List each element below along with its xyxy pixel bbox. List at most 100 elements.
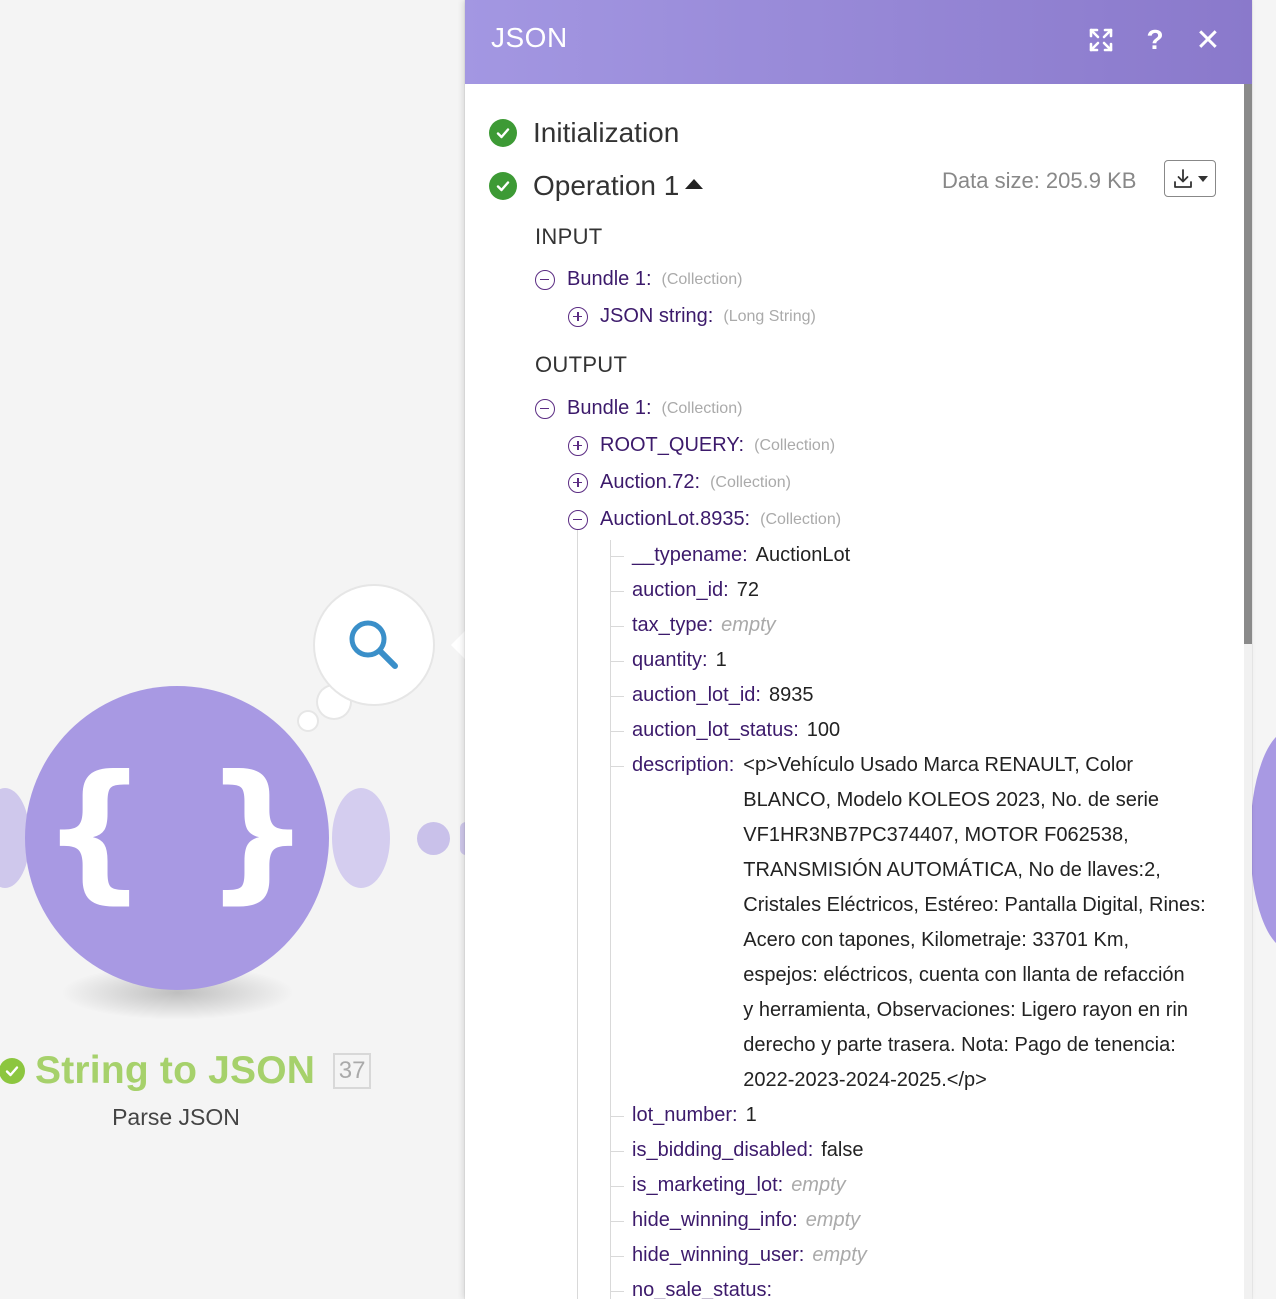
tree-branch: [610, 1116, 624, 1117]
operation-row[interactable]: Operation 1: [489, 170, 704, 202]
description-line: Acero con tapones, Kilometraje: 33701 Km…: [743, 929, 1130, 951]
expand-toggle-icon[interactable]: [568, 472, 588, 493]
auction-lot-row[interactable]: AuctionLot.8935: (Collection): [568, 508, 841, 531]
tree-branch: [610, 626, 624, 627]
route-dot: [417, 822, 450, 855]
tree-branch: [610, 556, 624, 557]
download-icon: [1174, 168, 1192, 188]
output-heading: OUTPUT: [535, 352, 628, 377]
field-description: description: <p>Vehículo Usado Marca REN…: [632, 748, 1211, 1098]
module-connector-right: [332, 788, 390, 888]
collapse-toggle-icon[interactable]: [535, 398, 555, 419]
tree-branch: [610, 696, 624, 697]
description-value: <p>Vehículo Usado Marca RENAULT, Color B…: [743, 748, 1211, 1098]
field-value: 72: [736, 579, 759, 601]
tree-branch: [610, 1256, 624, 1257]
panel-pointer: [451, 630, 466, 660]
field-key: auction_lot_status:: [632, 719, 799, 741]
field-key: hide_winning_info:: [632, 1209, 798, 1231]
bundle-type: (Collection): [661, 399, 743, 417]
tree-branch: [610, 731, 624, 732]
operation-label: Operation 1: [533, 170, 680, 201]
tree-branch: [610, 1291, 624, 1292]
field-key: hide_winning_user:: [632, 1244, 805, 1266]
help-button[interactable]: ?: [1137, 22, 1173, 58]
description-line: BLANCO, Modelo KOLEOS 2023, No. de serie: [743, 789, 1160, 811]
bundle-type: (Collection): [661, 270, 743, 288]
initialization-label: Initialization: [533, 117, 680, 148]
expand-button[interactable]: [1083, 22, 1119, 58]
field-auction-lot-status: auction_lot_status: 100: [632, 713, 840, 748]
bundle-key: Bundle 1:: [567, 268, 652, 290]
field-value: false: [821, 1139, 864, 1161]
auction-row[interactable]: Auction.72: (Collection): [568, 471, 791, 494]
output-bundle-row[interactable]: Bundle 1: (Collection): [535, 397, 742, 420]
module-node[interactable]: { }: [25, 686, 329, 990]
field-key: lot_number:: [632, 1104, 738, 1126]
field-value: empty: [791, 1174, 846, 1196]
braces-icon: { }: [41, 744, 313, 918]
tree-branch: [610, 1221, 624, 1222]
field-key: no_sale_status:: [632, 1279, 773, 1299]
field-tax-type: tax_type: empty: [632, 608, 776, 643]
panel-title: JSON: [491, 22, 568, 53]
description-line: VF1HR3NB7PC374407, MOTOR F062538,: [743, 824, 1129, 846]
description-line: 2022-2023-2024-2025.</p>: [743, 1069, 987, 1091]
tree-guide-line: [577, 530, 578, 1299]
field-no-sale-status: no_sale_status:: [632, 1273, 780, 1299]
module-id-badge: 37: [333, 1053, 372, 1089]
inspect-bubble-button[interactable]: [315, 586, 433, 704]
root-query-key: ROOT_QUERY:: [600, 434, 745, 456]
field-key: auction_lot_id:: [632, 684, 761, 706]
auction-key: Auction.72:: [600, 471, 701, 493]
panel-header: JSON ? ✕: [465, 0, 1252, 84]
close-icon: ✕: [1195, 23, 1221, 57]
collapse-caret-icon[interactable]: [685, 179, 704, 189]
tree-branch: [610, 591, 624, 592]
field-value: empty: [721, 614, 776, 636]
collapse-toggle-icon[interactable]: [568, 509, 588, 530]
field-hide-winning-info: hide_winning_info: empty: [632, 1203, 860, 1238]
field-value: 100: [806, 719, 841, 741]
data-size-label: Data size: 205.9 KB: [942, 168, 1137, 193]
download-dropdown-button[interactable]: [1164, 160, 1216, 197]
field-key: quantity:: [632, 649, 708, 671]
description-line: <p>Vehículo Usado Marca RENAULT, Color: [743, 754, 1134, 776]
inspector-bubble-tail-small: [299, 712, 317, 730]
field-value: AuctionLot: [755, 544, 851, 566]
field-value: empty: [812, 1244, 867, 1266]
field-auction-lot-id: auction_lot_id: 8935: [632, 678, 813, 713]
input-bundle-row[interactable]: Bundle 1: (Collection): [535, 268, 742, 291]
field-value: 1: [715, 649, 727, 671]
tree-branch: [610, 1151, 624, 1152]
field-is-marketing-lot: is_marketing_lot: empty: [632, 1168, 846, 1203]
field-key: description:: [632, 754, 735, 776]
tree-branch: [610, 766, 624, 767]
field-typename: __typename: AuctionLot: [632, 538, 850, 573]
chevron-down-icon: [1198, 175, 1208, 182]
json-string-row[interactable]: JSON string: (Long String): [568, 305, 816, 328]
next-module-node[interactable]: [1250, 730, 1276, 950]
expand-toggle-icon[interactable]: [568, 435, 588, 456]
auction-lot-key: AuctionLot.8935:: [600, 508, 751, 530]
output-inspector-panel: JSON ? ✕ Initialization Operation 1 Data…: [465, 0, 1252, 1299]
json-string-key: JSON string:: [600, 305, 714, 327]
module-title[interactable]: String to JSON: [35, 1049, 315, 1093]
field-key: tax_type:: [632, 614, 714, 636]
tree-branch: [610, 661, 624, 662]
root-query-row[interactable]: ROOT_QUERY: (Collection): [568, 434, 835, 457]
field-auction-id: auction_id: 72: [632, 573, 759, 608]
module-subtitle: Parse JSON: [112, 1104, 240, 1130]
field-quantity: quantity: 1: [632, 643, 727, 678]
expand-toggle-icon[interactable]: [568, 306, 588, 327]
close-button[interactable]: ✕: [1190, 22, 1226, 58]
auction-lot-type: (Collection): [760, 510, 842, 528]
field-key: is_bidding_disabled:: [632, 1139, 814, 1161]
field-value: 8935: [768, 684, 814, 706]
collapse-toggle-icon[interactable]: [535, 269, 555, 290]
initialization-row[interactable]: Initialization: [489, 117, 679, 149]
module-title-row: String to JSON 37: [0, 1046, 372, 1096]
root-query-type: (Collection): [754, 436, 836, 454]
scrollbar-thumb[interactable]: [1244, 84, 1252, 644]
field-key: __typename:: [632, 544, 748, 566]
